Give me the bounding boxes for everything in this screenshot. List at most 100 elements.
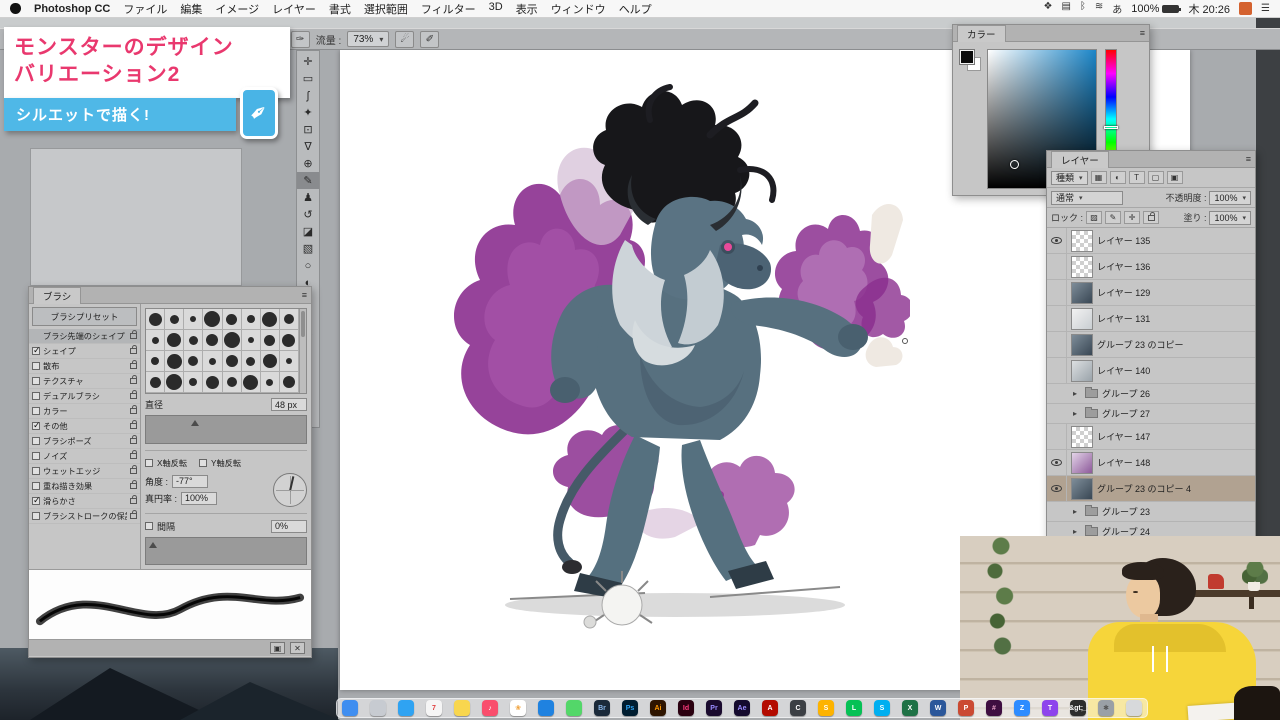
filter-pixel-icon[interactable] [1091, 171, 1107, 184]
brush-section-item[interactable]: テクスチャ [29, 374, 140, 389]
flip-y-checkbox[interactable] [199, 459, 207, 467]
lock-icon[interactable] [130, 348, 137, 354]
layer-name[interactable]: グループ 26 [1102, 387, 1150, 400]
layer-row[interactable]: グループ 23 [1047, 502, 1255, 522]
brush-section-item[interactable]: 滑らかさ [29, 494, 140, 509]
lock-pixels-icon[interactable] [1105, 211, 1121, 224]
layer-row[interactable]: レイヤー 147 [1047, 424, 1255, 450]
twitch[interactable]: T [1042, 700, 1058, 716]
notification-center-icon[interactable]: ☰ [1261, 3, 1270, 14]
history-brush-tool[interactable]: ↺ [297, 206, 319, 223]
indesign[interactable]: Id [678, 700, 694, 716]
flip-x-checkbox[interactable] [145, 459, 153, 467]
brush-section-item[interactable]: その他 [29, 419, 140, 434]
layer-filter-select[interactable]: 種類 [1051, 171, 1088, 185]
visibility-toggle[interactable] [1047, 424, 1067, 449]
visibility-toggle[interactable] [1047, 502, 1067, 521]
angle-dial[interactable] [273, 473, 307, 507]
clip-studio[interactable]: C [790, 700, 806, 716]
airbrush-icon[interactable]: ☄ [395, 31, 414, 48]
group-disclosure-icon[interactable] [1073, 507, 1081, 516]
brush-panel-tab[interactable]: ブラシ [33, 287, 81, 304]
blend-mode-select[interactable]: 通常 [1051, 191, 1123, 205]
roundness-value[interactable]: 100% [181, 492, 217, 505]
lock-icon[interactable] [130, 393, 137, 399]
menubar-clock[interactable]: 木 20:26 [1188, 1, 1230, 17]
layer-opacity-select[interactable]: 100% [1209, 191, 1251, 205]
mail[interactable] [538, 700, 554, 716]
visibility-toggle[interactable] [1047, 476, 1067, 501]
excel[interactable]: X [902, 700, 918, 716]
pressure-size-icon[interactable]: ✐ [420, 31, 439, 48]
crop-tool[interactable]: ⊡ [297, 121, 319, 138]
layer-row[interactable]: レイヤー 131 [1047, 306, 1255, 332]
eyedropper-tool[interactable]: ∇ [297, 138, 319, 155]
layer-name[interactable]: レイヤー 131 [1097, 312, 1150, 325]
lock-icon[interactable] [130, 423, 137, 429]
filter-adjustment-icon[interactable] [1110, 171, 1126, 184]
brush-preset[interactable] [242, 372, 260, 392]
layer-name[interactable]: レイヤー 135 [1097, 234, 1150, 247]
brush-preset[interactable] [261, 330, 279, 350]
brush-section-item[interactable]: 散布 [29, 359, 140, 374]
apple-menu-icon[interactable] [10, 3, 21, 14]
size-slider[interactable] [145, 415, 307, 444]
layer-name[interactable]: グループ 23 のコピー [1097, 338, 1183, 351]
visibility-toggle[interactable] [1047, 404, 1067, 423]
lock-icon[interactable] [130, 408, 137, 414]
lock-icon[interactable] [130, 438, 137, 444]
menu-item[interactable]: ヘルプ [619, 1, 652, 17]
safari[interactable] [398, 700, 414, 716]
checkbox[interactable] [32, 437, 40, 445]
trash[interactable] [1126, 700, 1142, 716]
brush-preset[interactable] [203, 330, 221, 350]
launchpad[interactable] [370, 700, 386, 716]
lock-icon[interactable] [130, 363, 137, 369]
brush-preset[interactable] [242, 330, 260, 350]
spacing-slider[interactable] [145, 537, 307, 566]
layer-row[interactable]: グループ 23 のコピー [1047, 332, 1255, 358]
filter-type-icon[interactable] [1129, 171, 1145, 184]
photoshop[interactable]: Ps [622, 700, 638, 716]
battery-indicator[interactable]: 100% [1131, 3, 1179, 15]
bridge[interactable]: Br [594, 700, 610, 716]
brush-presets-button[interactable]: ブラシプリセット [32, 307, 137, 326]
layer-row[interactable]: レイヤー 135 [1047, 228, 1255, 254]
finder[interactable] [342, 700, 358, 716]
visibility-toggle[interactable] [1047, 358, 1067, 383]
brush-preset[interactable] [146, 351, 164, 371]
menu-item[interactable]: 選択範囲 [364, 1, 408, 17]
ime-icon[interactable]: あ [1112, 1, 1122, 16]
display-icon[interactable]: ▤ [1061, 1, 1070, 16]
brush-section-item[interactable]: カラー [29, 404, 140, 419]
bluetooth-icon[interactable]: ᛒ [1080, 1, 1086, 16]
photos[interactable]: ❀ [510, 700, 526, 716]
checkbox[interactable] [32, 512, 40, 520]
visibility-toggle[interactable] [1047, 254, 1067, 279]
panel-menu-icon[interactable] [1140, 28, 1145, 38]
brush-section-item[interactable]: デュアルブラシ [29, 389, 140, 404]
sketch[interactable]: S [818, 700, 834, 716]
brush-preset[interactable] [261, 351, 279, 371]
app-name[interactable]: Photoshop CC [34, 3, 110, 15]
visibility-toggle[interactable] [1047, 450, 1067, 475]
lock-transparency-icon[interactable] [1086, 211, 1102, 224]
layer-name[interactable]: グループ 23 [1102, 505, 1150, 518]
filter-smart-icon[interactable] [1167, 171, 1183, 184]
menu-item[interactable]: 3D [489, 1, 503, 17]
panel-menu-icon[interactable] [1246, 154, 1251, 164]
line[interactable]: L [846, 700, 862, 716]
brush-preset[interactable] [242, 309, 260, 329]
clone-stamp-tool[interactable]: ♟ [297, 189, 319, 206]
brush-section-item[interactable]: シェイプ [29, 344, 140, 359]
scrollbar[interactable] [299, 309, 306, 393]
brush-preset[interactable] [165, 330, 183, 350]
lock-position-icon[interactable] [1124, 211, 1140, 224]
checkbox[interactable] [32, 377, 40, 385]
brush-tool[interactable]: ✎ [297, 172, 319, 189]
angle-value[interactable]: -77° [172, 475, 208, 488]
layer-row[interactable]: レイヤー 129 [1047, 280, 1255, 306]
visibility-toggle[interactable] [1047, 306, 1067, 331]
illustrator[interactable]: Ai [650, 700, 666, 716]
gradient-tool[interactable]: ▧ [297, 240, 319, 257]
